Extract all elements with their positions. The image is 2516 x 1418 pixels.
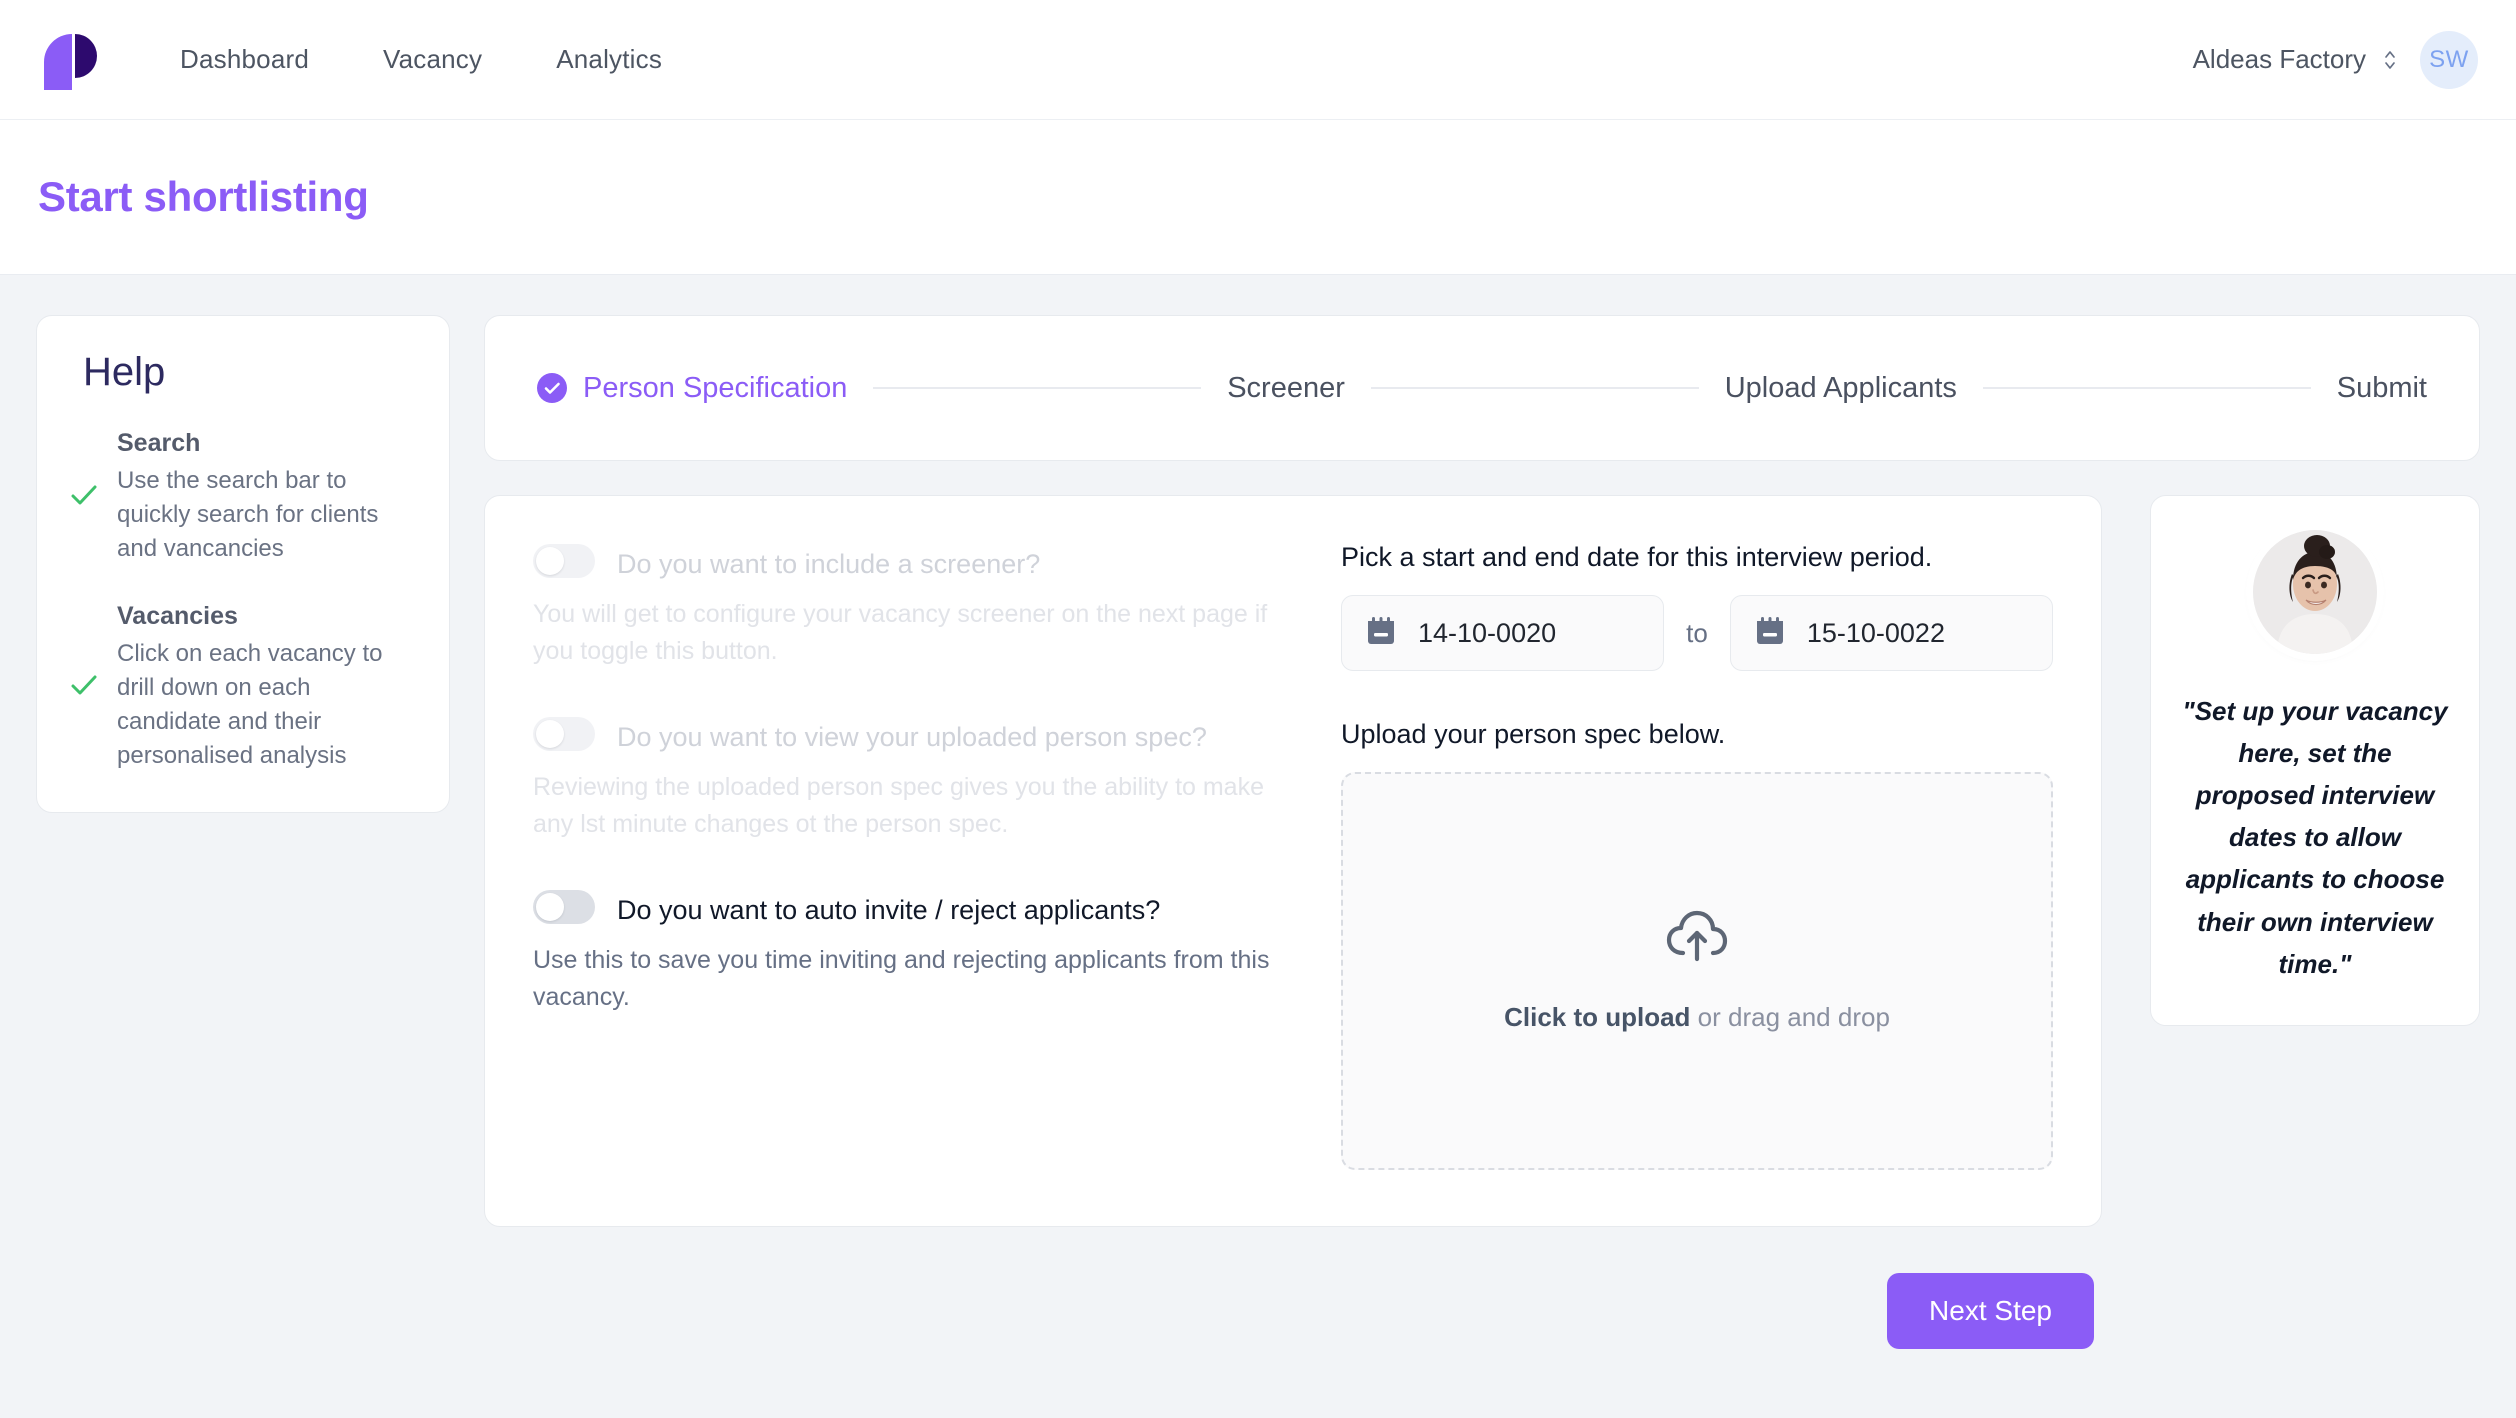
page-content: Help Search Use the search bar to quickl…	[0, 275, 2516, 1349]
help-item-body: Click on each vacancy to drill down on e…	[117, 640, 383, 770]
help-item-texts: Search Use the search bar to quickly sea…	[117, 429, 419, 566]
calendar-icon	[1366, 615, 1396, 652]
logo-left-shape	[44, 33, 72, 90]
tip-avatar-photo	[2253, 530, 2377, 654]
toggle-row: Do you want to auto invite / reject appl…	[533, 888, 1293, 928]
top-navigation-bar: Dashboard Vacancy Analytics Aldeas Facto…	[0, 0, 2516, 120]
main-column: Person Specification Screener Upload App…	[484, 315, 2480, 1349]
step-connector-line	[873, 387, 1202, 389]
logo-right-shape	[75, 33, 97, 78]
nav-right-cluster: Aldeas Factory SW	[2193, 30, 2478, 89]
toggle-description: Use this to save you time inviting and r…	[533, 946, 1270, 1011]
step-connector-line	[1370, 387, 1699, 389]
person-spec-dropzone[interactable]: Click to upload or drag and drop	[1341, 772, 2053, 1170]
dropzone-hint: or drag and drop	[1690, 1002, 1890, 1032]
step-label: Screener	[1227, 371, 1345, 404]
toggle-row: Do you want to include a screener?	[533, 542, 1293, 582]
help-panel-title: Help	[83, 350, 166, 394]
app-logo-icon[interactable]	[38, 28, 100, 92]
next-step-button[interactable]: Next Step	[1887, 1273, 2094, 1349]
step-complete-check-icon	[537, 373, 567, 403]
step-screener[interactable]: Screener	[1227, 372, 1345, 405]
help-item-body: Use the search bar to quickly search for…	[117, 467, 379, 563]
form-left-column: Do you want to include a screener? You w…	[533, 542, 1293, 1170]
date-section-label: Pick a start and end date for this inter…	[1341, 542, 1933, 572]
step-submit[interactable]: Submit	[2337, 372, 2427, 405]
step-label: Submit	[2336, 371, 2427, 404]
toggle-label: Do you want to auto invite / reject appl…	[617, 894, 1161, 925]
user-avatar[interactable]: SW	[2420, 30, 2478, 89]
nav-link-dashboard[interactable]: Dashboard	[180, 44, 309, 75]
toggle-group-screener: Do you want to include a screener? You w…	[533, 542, 1293, 669]
primary-nav-links: Dashboard Vacancy Analytics	[180, 44, 662, 75]
calendar-icon	[1755, 615, 1785, 652]
step-upload-applicants[interactable]: Upload Applicants	[1725, 372, 1957, 405]
wizard-footer: Next Step	[484, 1273, 2480, 1349]
toggle-label: Do you want to view your uploaded person…	[617, 721, 1207, 752]
toggle-knob	[536, 547, 564, 575]
person-specification-form: Do you want to include a screener? You w…	[484, 495, 2102, 1227]
nav-link-vacancy[interactable]: Vacancy	[383, 44, 482, 75]
help-panel: Help Search Use the search bar to quickl…	[36, 315, 450, 813]
toggle-view-person-spec[interactable]	[533, 716, 595, 751]
interview-date-range: 14-10-0020 to 15-10-0022	[1341, 595, 2053, 671]
tip-panel: "Set up your vacancy here, set the propo…	[2150, 495, 2480, 1026]
tip-quote-text: "Set up your vacancy here, set the propo…	[2182, 696, 2448, 979]
toggle-label: Do you want to include a screener?	[617, 549, 1041, 579]
step-person-specification[interactable]: Person Specification	[537, 372, 847, 405]
dropzone-text: Click to upload or drag and drop	[1504, 1002, 1890, 1033]
start-date-value: 14-10-0020	[1418, 617, 1557, 648]
toggle-row: Do you want to view your uploaded person…	[533, 715, 1293, 755]
step-connector-line	[1982, 387, 2311, 389]
step-label: Person Specification	[583, 371, 848, 404]
help-item-title: Search	[117, 429, 201, 457]
org-switcher[interactable]: Aldeas Factory	[2193, 44, 2398, 75]
toggle-group-auto-invite-reject: Do you want to auto invite / reject appl…	[533, 888, 1293, 1015]
start-date-input[interactable]: 14-10-0020	[1341, 595, 1665, 671]
upload-section-label: Upload your person spec below.	[1341, 719, 1726, 749]
date-range-separator: to	[1686, 617, 1708, 648]
form-right-column: Pick a start and end date for this inter…	[1341, 542, 2053, 1170]
check-icon	[67, 668, 101, 707]
toggle-auto-invite-reject[interactable]	[533, 889, 595, 924]
step-label: Upload Applicants	[1724, 371, 1957, 404]
toggle-knob	[536, 719, 564, 748]
dropzone-cta: Click to upload	[1504, 1002, 1691, 1032]
toggle-include-screener[interactable]	[533, 544, 595, 578]
form-and-tip-row: Do you want to include a screener? You w…	[484, 495, 2480, 1227]
end-date-input[interactable]: 15-10-0022	[1729, 595, 2053, 671]
help-item-texts: Vacancies Click on each vacancy to drill…	[117, 602, 419, 773]
end-date-value: 15-10-0022	[1806, 617, 1945, 648]
cloud-upload-icon	[1665, 909, 1729, 972]
help-item-search: Search Use the search bar to quickly sea…	[67, 429, 419, 566]
toggle-description: Reviewing the uploaded person spec gives…	[533, 773, 1264, 838]
toggle-description: You will get to configure your vacancy s…	[533, 600, 1268, 665]
check-icon	[67, 478, 101, 517]
org-name-label: Aldeas Factory	[2192, 44, 2366, 74]
help-item-title: Vacancies	[117, 602, 238, 631]
toggle-knob	[536, 892, 564, 921]
page-title-bar: Start shortlisting	[0, 120, 2516, 275]
help-item-vacancies: Vacancies Click on each vacancy to drill…	[67, 602, 419, 773]
wizard-stepper: Person Specification Screener Upload App…	[484, 315, 2480, 461]
toggle-group-view-person-spec: Do you want to view your uploaded person…	[533, 715, 1293, 842]
chevron-up-down-icon	[2382, 45, 2398, 75]
page-title: Start shortlisting	[38, 173, 369, 220]
nav-link-analytics[interactable]: Analytics	[556, 44, 662, 75]
